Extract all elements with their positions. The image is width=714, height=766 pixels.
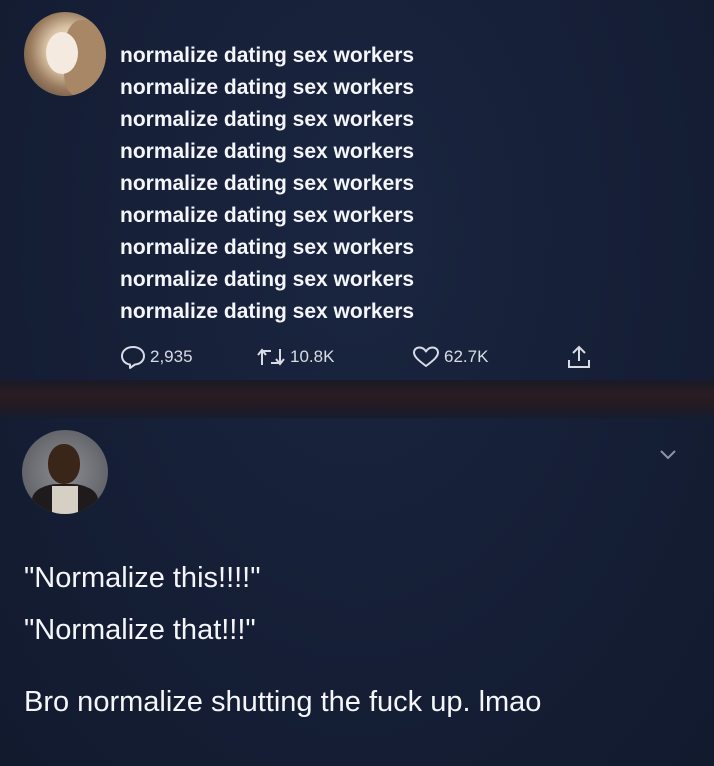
reply-count: 2,935 — [150, 347, 193, 366]
reply-button[interactable]: 2,935 — [120, 342, 193, 372]
separator — [0, 380, 714, 418]
tweet-line: normalize dating sex workers — [120, 236, 415, 259]
reply-line: "Normalize this!!!!" — [24, 562, 261, 594]
tweet-line: normalize dating sex workers — [120, 172, 415, 195]
retweet-icon — [256, 345, 286, 369]
avatar-face — [46, 32, 78, 74]
avatar-head — [48, 444, 80, 484]
tweet-line: normalize dating sex workers — [120, 140, 415, 163]
tweet-line: normalize dating sex workers — [120, 108, 415, 131]
top-tweet: normalize dating sex workers normalize d… — [0, 0, 714, 380]
tweet-line: normalize dating sex workers — [120, 268, 415, 291]
avatar-shirt — [52, 486, 78, 514]
share-icon — [566, 344, 592, 370]
tweet-line: normalize dating sex workers — [120, 300, 415, 323]
tweet-line: normalize dating sex workers — [120, 44, 415, 67]
tweet-text: normalize dating sex workers normalize d… — [120, 40, 600, 328]
reply-icon — [120, 345, 146, 369]
retweet-count: 10.8K — [290, 347, 335, 366]
tweet-actions: 2,935 10.8K 62.7K — [120, 342, 600, 372]
tweet-line: normalize dating sex workers — [120, 76, 415, 99]
retweet-button[interactable]: 10.8K — [256, 342, 334, 372]
avatar[interactable] — [24, 12, 106, 96]
chevron-down-icon[interactable] — [656, 444, 680, 464]
screenshot: normalize dating sex workers normalize d… — [0, 0, 714, 766]
share-button[interactable] — [566, 342, 592, 372]
like-count: 62.7K — [444, 347, 489, 366]
like-icon — [412, 345, 440, 369]
reply-line: "Normalize that!!!" — [24, 614, 256, 646]
tweet-line: normalize dating sex workers — [120, 204, 415, 227]
avatar[interactable] — [22, 430, 108, 514]
reply-line: Bro normalize shutting the fuck up. lmao — [24, 686, 542, 718]
like-button[interactable]: 62.7K — [412, 342, 488, 372]
